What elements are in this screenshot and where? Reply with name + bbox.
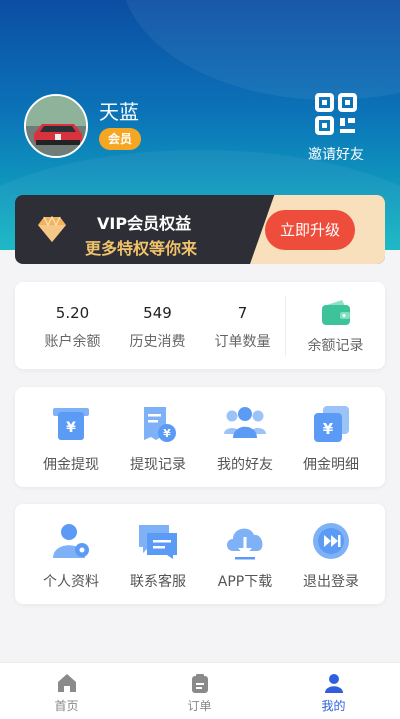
service-icon	[139, 525, 177, 559]
svg-text:¥: ¥	[163, 427, 171, 440]
menu-item-friends[interactable]: 我的好友	[199, 387, 291, 487]
account-menu-card: 个人资料 联系客服 APP下载 退出登录	[15, 504, 385, 604]
menu-item-withdraw-record[interactable]: ¥ 提现记录	[112, 387, 204, 487]
withdraw-icon: ¥	[53, 408, 89, 440]
car-avatar-icon	[26, 96, 86, 156]
menu-item-label: 佣金提现	[43, 457, 99, 473]
bottom-tab-bar: 首页 订单 我的	[0, 662, 400, 719]
stat-order-count[interactable]: 7 订单数量	[200, 282, 285, 369]
qrcode-icon	[315, 93, 357, 135]
tab-label: 我的	[321, 699, 346, 713]
stat-label: 历史消费	[129, 334, 186, 350]
stat-balance[interactable]: 5.20 账户余额	[30, 282, 115, 369]
friends-icon	[224, 407, 266, 438]
logout-icon	[313, 523, 349, 559]
vip-subtitle: 更多特权等你来	[85, 239, 198, 258]
tab-home[interactable]: 首页	[0, 663, 133, 719]
upgrade-button[interactable]: 立即升级	[265, 210, 355, 250]
menu-item-logout[interactable]: 退出登录	[285, 504, 377, 604]
stats-card: 5.20 账户余额 549 历史消费 7 订单数量 余额记录	[15, 282, 385, 369]
profile-icon	[53, 524, 89, 558]
tab-label: 订单	[187, 699, 212, 713]
order-icon	[191, 674, 208, 693]
menu-item-label: 提现记录	[130, 457, 186, 473]
withdraw-record-icon: ¥	[144, 407, 176, 442]
wallet-label: 余额记录	[307, 338, 364, 354]
menu-item-commission-detail[interactable]: ¥ 佣金明细	[285, 387, 377, 487]
stat-history-spend[interactable]: 549 历史消费	[115, 282, 200, 369]
stat-label: 账户余额	[44, 334, 101, 350]
diamond-icon	[38, 215, 66, 242]
menu-item-app-download[interactable]: APP下载	[199, 504, 291, 604]
menu-item-profile[interactable]: 个人资料	[25, 504, 117, 604]
menu-item-label: APP下载	[217, 574, 273, 590]
stat-value: 5.20	[55, 304, 90, 322]
tab-label: 首页	[54, 699, 79, 713]
home-icon	[57, 674, 76, 692]
balance-record-button[interactable]: 余额记录	[286, 282, 385, 369]
svg-text:¥: ¥	[323, 420, 334, 438]
svg-text:¥: ¥	[66, 420, 76, 436]
stat-value: 7	[237, 304, 248, 322]
menu-item-withdraw[interactable]: ¥ 佣金提现	[25, 387, 117, 487]
stat-label: 订单数量	[214, 334, 271, 350]
username: 天蓝	[99, 100, 139, 124]
menu-item-label: 联系客服	[130, 574, 186, 590]
menu-item-label: 个人资料	[43, 574, 99, 590]
member-badge: 会员	[99, 128, 141, 150]
wallet-icon	[321, 300, 350, 325]
tab-orders[interactable]: 订单	[133, 663, 266, 719]
avatar[interactable]	[24, 94, 88, 158]
menu-item-label: 退出登录	[303, 574, 359, 590]
commission-detail-icon: ¥	[314, 406, 349, 442]
vip-banner[interactable]: VIP会员权益 更多特权等你来 立即升级	[15, 195, 385, 264]
vip-title: VIP会员权益	[97, 214, 192, 233]
invite-label: 邀请好友	[308, 147, 364, 163]
invite-friends-button[interactable]: 邀请好友	[300, 92, 372, 164]
finance-menu-card: ¥ 佣金提现 ¥ 提现记录 我的好友 ¥ 佣金明细	[15, 387, 385, 487]
download-icon	[227, 528, 263, 560]
menu-item-label: 佣金明细	[303, 457, 359, 473]
menu-item-label: 我的好友	[217, 457, 273, 473]
tab-mine[interactable]: 我的	[267, 663, 400, 719]
menu-item-customer-service[interactable]: 联系客服	[112, 504, 204, 604]
user-icon	[324, 674, 343, 693]
stat-value: 549	[143, 304, 172, 322]
